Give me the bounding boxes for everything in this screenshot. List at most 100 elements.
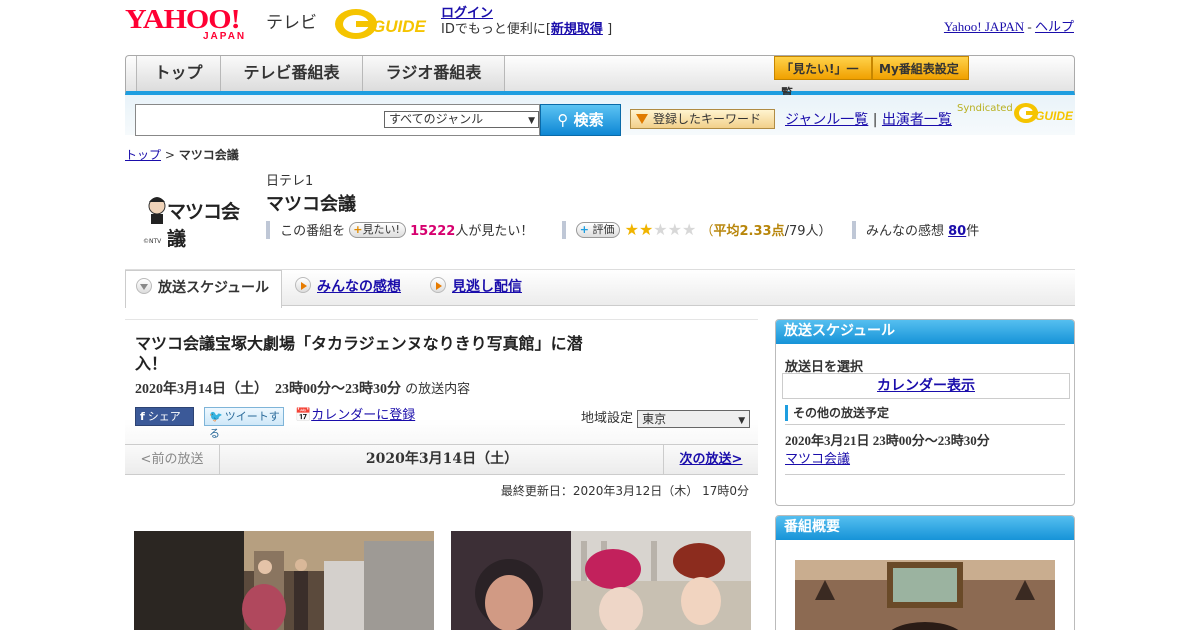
yahoo-logo-sub: JAPAN [203, 31, 247, 42]
nav-tab-top[interactable]: トップ [136, 56, 221, 91]
gguide-logo[interactable]: GUIDE [334, 5, 434, 41]
breadcrumb: トップ > マツコ会議 [125, 146, 239, 163]
help-link[interactable]: ヘルプ [1035, 19, 1074, 34]
divider [785, 424, 1065, 425]
my-schedule-button[interactable]: My番組表設定 [872, 56, 969, 80]
rating-count: /79人 [784, 224, 819, 239]
calendar-icon: 📅 [295, 408, 312, 423]
facebook-icon: f [140, 410, 145, 423]
region-setting: 地域設定 東京 ▼ [581, 407, 751, 428]
dropdown-arrow-icon: ▼ [528, 116, 535, 126]
tab-broadcast-schedule[interactable]: 放送スケジュール [125, 270, 282, 308]
syndicated-text: Syndicated [957, 103, 1013, 114]
nav-tab-radio-schedule[interactable]: ラジオ番組表 [363, 56, 505, 91]
watch-suffix: 人が見たい！ [455, 224, 534, 239]
main-nav: トップ テレビ番組表 ラジオ番組表 「見たい!」一覧 My番組表設定 [125, 55, 1075, 100]
next-broadcast[interactable]: 次の放送> [663, 445, 758, 474]
calendar-view-button[interactable]: カレンダー表示 [782, 373, 1070, 399]
facebook-share-label: シェア [147, 410, 181, 423]
tab-reviews-label[interactable]: みんなの感想 [317, 279, 401, 295]
breadcrumb-top[interactable]: トップ [125, 148, 161, 162]
program-logo-credit: ©NTV [143, 238, 162, 245]
sidebar-schedule-title: 放送スケジュール [776, 320, 1074, 344]
last-updated: 最終更新日：2020年3月12日（木） 17時0分 [500, 484, 749, 498]
header-links-separator: - [1027, 19, 1032, 34]
breadcrumb-separator: > [164, 148, 175, 162]
episode-date: 2020年3月14日（土） 23時00分～23時30分 の放送内容 [135, 378, 470, 398]
mitai-button[interactable]: +見たい! [349, 222, 406, 238]
region-selected: 東京 [642, 411, 667, 426]
other-schedule-link[interactable]: マツコ会議 [785, 452, 850, 467]
genre-list-link[interactable]: ジャンル一覧 [785, 112, 868, 128]
stat-divider [266, 221, 270, 239]
tab-reviews[interactable]: みんなの感想 [295, 270, 401, 307]
region-label: 地域設定 [581, 411, 634, 426]
login-text-pre: IDでもっと便利に[ [441, 22, 551, 37]
comments-prefix: みんなの感想 [865, 224, 944, 239]
sidebar-overview: 番組概要 [775, 515, 1075, 630]
tab-catchup[interactable]: 見逃し配信 [430, 270, 522, 307]
login-link[interactable]: ログイン [441, 6, 493, 21]
login-area: ログイン IDでもっと便利に[新規取得 ] [441, 6, 612, 38]
calendar-register[interactable]: 📅カレンダーに登録 [295, 407, 415, 426]
play-arrow-icon [295, 277, 311, 293]
facebook-share-button[interactable]: f シェア [135, 407, 194, 426]
tab-broadcast-schedule-label: 放送スケジュール [158, 280, 270, 296]
syndicated-badge: Syndicated GUIDE [957, 103, 1073, 123]
broadcast-navigation: <前の放送 2020年3月14日（土） 次の放送> [125, 444, 758, 475]
yahoo-logo-text: YAHOO! [125, 4, 241, 35]
plus-icon: + [579, 223, 589, 236]
episode-panel: マツコ会議宝塚大劇場「タカラジェンヌなりきり写真館」に潜入！ 2020年3月14… [125, 319, 758, 444]
search-button[interactable]: ⚲ 検索 [540, 104, 621, 136]
svg-text:GUIDE: GUIDE [1035, 109, 1073, 123]
genre-select[interactable]: すべてのジャンル ▼ [384, 111, 539, 128]
current-broadcast-date: 2020年3月14日（土） [365, 451, 519, 467]
other-schedule-item: マツコ会議 [785, 448, 850, 467]
tv-label: テレビ [266, 13, 317, 33]
tab-catchup-label[interactable]: 見逃し配信 [452, 279, 522, 295]
signup-link[interactable]: 新規取得 [551, 22, 603, 37]
episode-photo-1[interactable] [134, 531, 434, 630]
rate-button[interactable]: + 評価 [575, 222, 621, 238]
content-tabs: 放送スケジュール みんなの感想 見逃し配信 [125, 269, 1075, 308]
gguide-small-logo: GUIDE [1014, 103, 1073, 123]
star-icon: ★ [681, 220, 697, 239]
other-schedule-label: その他の放送予定 [785, 405, 889, 421]
watch-prefix: この番組を [280, 224, 346, 239]
divider [785, 474, 1065, 475]
program-title: マツコ会議 [266, 194, 356, 215]
keyword-button[interactable]: 登録したキーワード [630, 109, 775, 129]
episode-date-suffix: の放送内容 [405, 382, 471, 397]
tweet-button[interactable]: 🐦 ツイートする [204, 407, 284, 440]
episode-photo-2[interactable] [451, 531, 751, 630]
nav-tab-tv-schedule[interactable]: テレビ番組表 [221, 56, 363, 91]
episode-date-time: 2020年3月14日（土） 23時00分～23時30分 [135, 382, 401, 397]
region-select[interactable]: 東京 ▼ [637, 409, 751, 428]
yahoo-japan-link[interactable]: Yahoo! JAPAN [944, 19, 1024, 34]
comments-suffix: 件 [966, 224, 980, 239]
stat-divider [851, 221, 856, 239]
svg-text:GUIDE: GUIDE [372, 17, 427, 36]
overview-photo [795, 560, 1055, 630]
links-divider: | [872, 112, 878, 128]
plus-icon: + [353, 223, 363, 236]
program-logo: マツコ会議 ©NTV [143, 190, 253, 250]
calendar-view-link[interactable]: カレンダー表示 [877, 378, 975, 394]
mitai-list-button[interactable]: 「見たい!」一覧 [774, 56, 872, 100]
yahoo-japan-logo[interactable]: YAHOO! JAPAN [125, 5, 261, 43]
play-arrow-icon [430, 277, 446, 293]
keyword-button-label: 登録したキーワード [653, 112, 762, 126]
comments-count-link[interactable]: 80 [948, 224, 966, 239]
rate-button-label: 評価 [592, 223, 615, 236]
performers-list-link[interactable]: 出演者一覧 [882, 112, 952, 128]
program-stats: この番組を +見たい! 15222人が見たい！ + 評価 ★★★★★ （平均2.… [266, 221, 979, 239]
twitter-bird-icon: 🐦 [209, 410, 223, 423]
episode-title: マツコ会議宝塚大劇場「タカラジェンヌなりきり写真館」に潜入！ [135, 334, 583, 373]
sidebar-overview-title: 番組概要 [776, 516, 1074, 540]
rating-open: （ [700, 224, 714, 239]
rating-stars: ★★★★★ [625, 221, 701, 239]
next-broadcast-link[interactable]: 次の放送> [680, 452, 743, 467]
star-icon: ★ [653, 220, 668, 239]
calendar-register-link[interactable]: カレンダーに登録 [311, 408, 415, 423]
network-name: 日テレ1 [266, 174, 314, 189]
